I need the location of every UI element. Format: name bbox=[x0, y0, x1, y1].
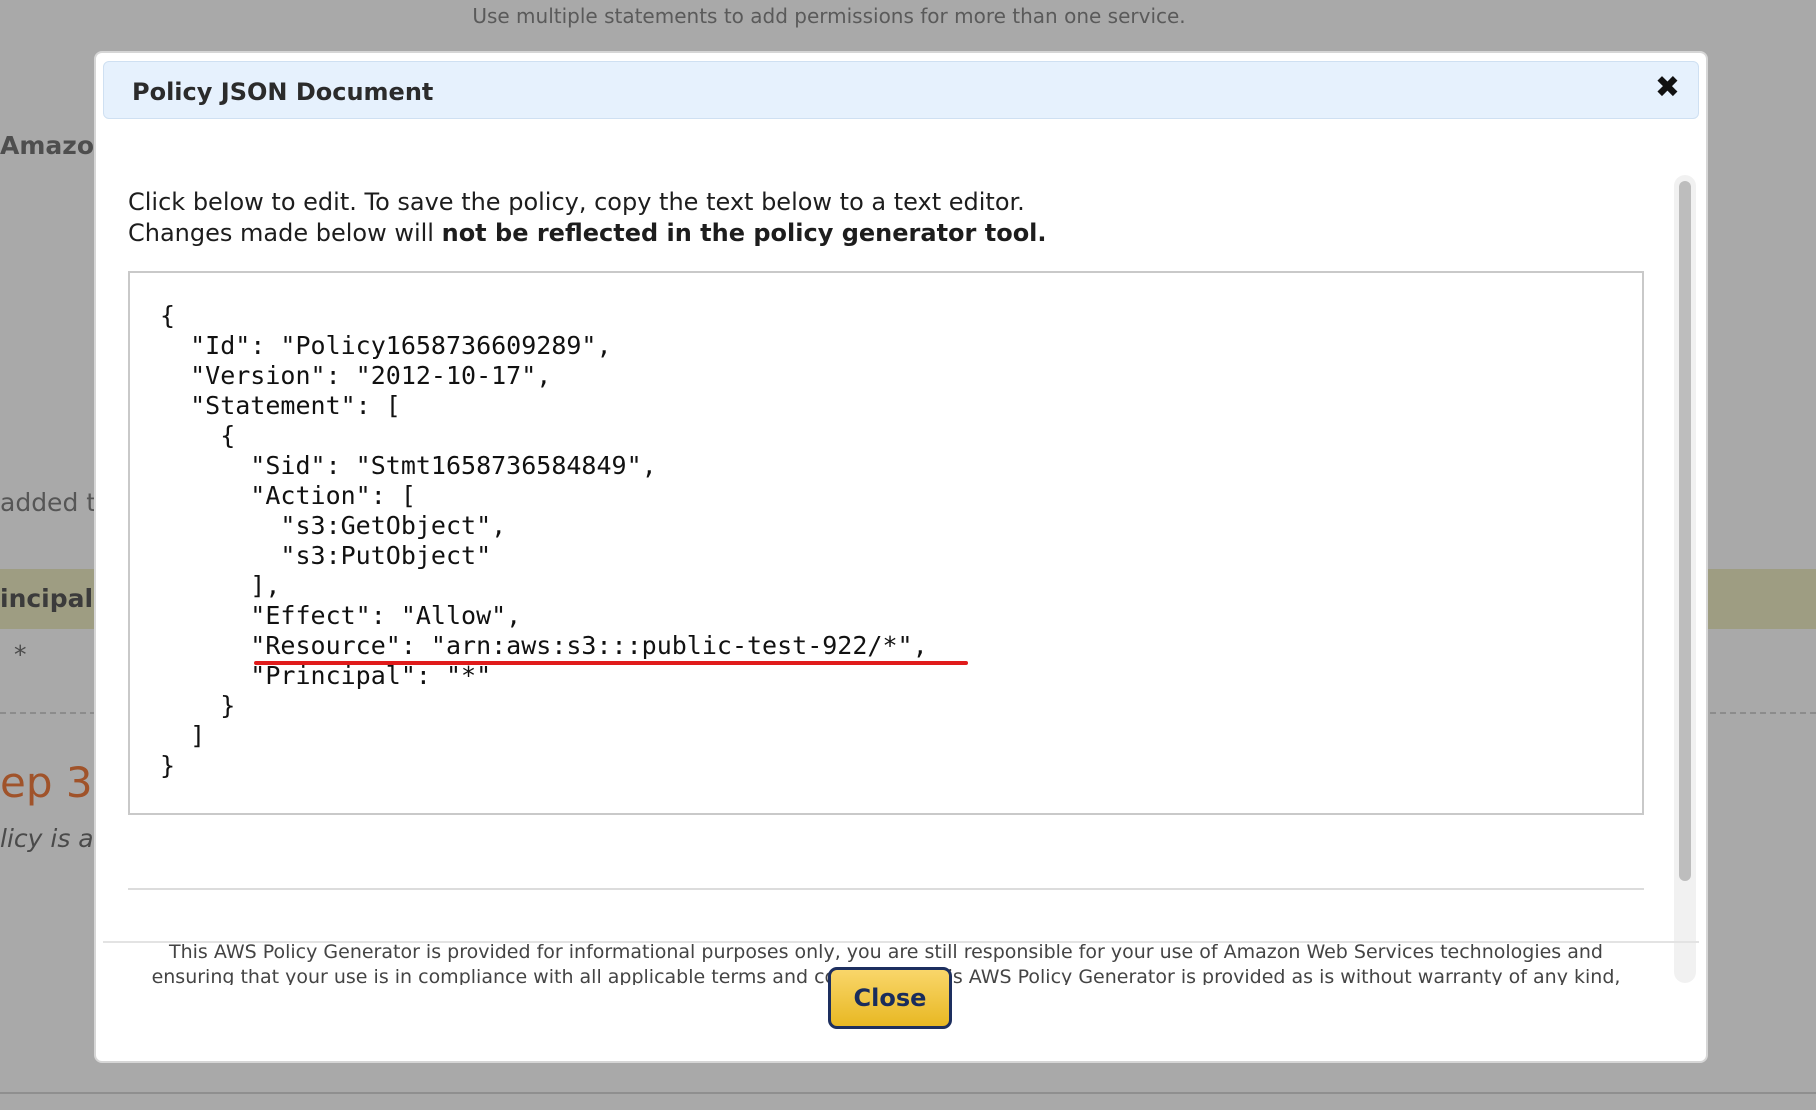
instructions: Click below to edit. To save the policy,… bbox=[128, 187, 1047, 249]
dialog-scrollbar[interactable] bbox=[1674, 175, 1696, 983]
background-added-text: added t bbox=[0, 488, 97, 517]
instructions-line-1: Click below to edit. To save the policy,… bbox=[128, 188, 1025, 216]
background-principal-header: incipal bbox=[0, 584, 94, 613]
background-policy-text: licy is a bbox=[0, 824, 94, 853]
resource-red-underline bbox=[254, 661, 968, 665]
dialog-body[interactable]: Click below to edit. To save the policy,… bbox=[96, 125, 1674, 985]
instructions-line-2-normal: Changes made below will bbox=[128, 219, 442, 247]
scrollbar-thumb[interactable] bbox=[1679, 181, 1691, 881]
dialog-title: Policy JSON Document bbox=[132, 78, 434, 106]
instructions-line-2: Changes made below will not be reflected… bbox=[128, 218, 1047, 249]
policy-json-editor[interactable]: { "Id": "Policy1658736609289", "Version"… bbox=[128, 271, 1644, 815]
policy-json-text[interactable]: { "Id": "Policy1658736609289", "Version"… bbox=[160, 301, 928, 781]
dialog-header: Policy JSON Document ✖ bbox=[103, 61, 1699, 119]
footer-divider bbox=[103, 941, 1699, 943]
background-step-heading: ep 3: bbox=[0, 758, 107, 807]
background-bottom-divider bbox=[0, 1092, 1816, 1094]
close-button[interactable]: Close bbox=[828, 967, 952, 1029]
close-icon[interactable]: ✖ bbox=[1655, 73, 1680, 103]
content-divider bbox=[128, 888, 1644, 890]
background-hint-text: Use multiple statements to add permissio… bbox=[472, 4, 1186, 28]
policy-json-dialog: Policy JSON Document ✖ Click below to ed… bbox=[94, 51, 1708, 1063]
background-principal-value: * bbox=[14, 640, 27, 669]
instructions-line-2-bold: not be reflected in the policy generator… bbox=[441, 219, 1047, 247]
